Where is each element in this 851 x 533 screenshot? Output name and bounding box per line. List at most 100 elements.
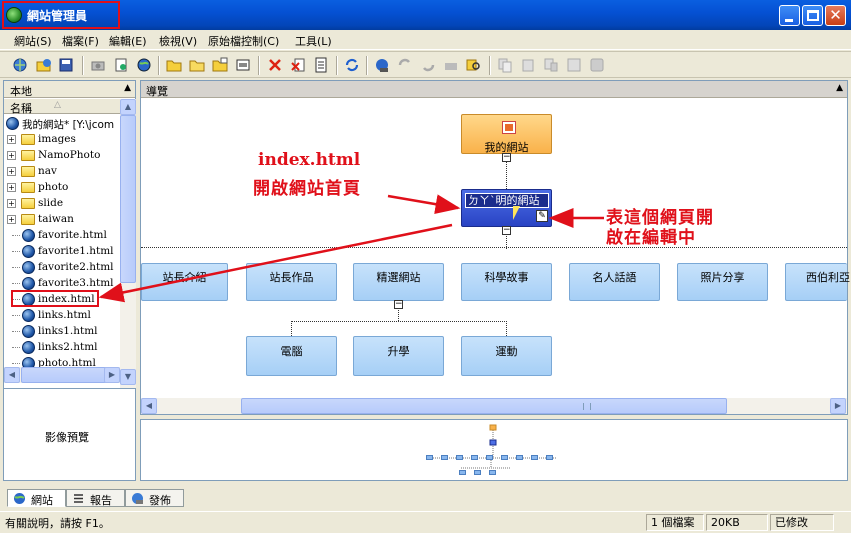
scroll-right-button[interactable]: ▶: [104, 367, 120, 383]
open-folder-icon[interactable]: [166, 57, 182, 73]
image-preview-panel: 影像預覽: [3, 388, 136, 481]
tree-root-item[interactable]: 我的網站* [Y:\jcom: [4, 115, 120, 131]
tree-folder-item[interactable]: + nav: [4, 163, 120, 179]
expand-toggle[interactable]: +: [7, 151, 16, 160]
menu-site[interactable]: 網站(S): [14, 33, 52, 49]
properties-icon[interactable]: [235, 57, 251, 73]
nav-node-quotes[interactable]: 名人話語: [569, 263, 660, 301]
nav-node-siberia[interactable]: 西伯利亞: [785, 263, 850, 301]
annotation-index-desc: 開啟網站首頁: [253, 179, 361, 199]
html-file-icon: [22, 229, 35, 242]
tree-file-item[interactable]: favorite1.html: [4, 243, 120, 259]
web-globe-icon[interactable]: [136, 57, 152, 73]
menu-file[interactable]: 檔案(F): [62, 33, 99, 49]
tree-file-item[interactable]: favorite2.html: [4, 259, 120, 275]
panel-dropdown-icon[interactable]: ▲: [124, 83, 131, 93]
connector-line: [291, 321, 292, 336]
tree-folder-item[interactable]: + photo: [4, 179, 120, 195]
delete-page-icon[interactable]: [290, 57, 306, 73]
selected-index-node[interactable]: ㄉㄚˋ明的網站 ✎: [461, 189, 552, 227]
site-globe-icon[interactable]: [12, 57, 28, 73]
nav-scroll-left-button[interactable]: ◀: [141, 398, 157, 414]
tree-hscroll-thumb[interactable]: [21, 367, 107, 383]
refresh-icon[interactable]: [344, 57, 360, 73]
tab-publish[interactable]: 發佈: [125, 489, 184, 507]
node-title-edit-field[interactable]: ㄉㄚˋ明的網站: [465, 193, 549, 208]
tree-item-label: links1.html: [38, 325, 98, 337]
title-bar[interactable]: 網站管理員 ✕: [0, 0, 851, 30]
new-page-icon[interactable]: [113, 57, 129, 73]
tree-file-item[interactable]: links1.html: [4, 323, 120, 339]
name-column-header[interactable]: 名稱 △: [4, 99, 120, 115]
nav-node-science[interactable]: 科學故事: [461, 263, 552, 301]
nav-node-photos[interactable]: 照片分享: [677, 263, 768, 301]
nav-node-sports[interactable]: 運動: [461, 336, 552, 376]
scroll-down-button[interactable]: ▼: [120, 369, 136, 385]
tree-horizontal-scrollbar[interactable]: ◀ ▶: [4, 367, 120, 383]
connect-icon[interactable]: [374, 57, 390, 73]
new-folder-icon[interactable]: [189, 57, 205, 73]
site-globe-icon: [6, 117, 19, 130]
menu-source-control[interactable]: 原始檔控制(C): [208, 33, 279, 49]
tab-site[interactable]: 網站: [7, 489, 66, 507]
open-site-icon[interactable]: [36, 57, 52, 73]
nav-node-about[interactable]: 站長介紹: [141, 263, 228, 301]
nav-scroll-thumb[interactable]: [241, 398, 727, 414]
connector-line: [291, 321, 507, 322]
html-file-icon: [22, 309, 35, 322]
expand-toggle[interactable]: +: [7, 135, 16, 144]
tree-folder-item[interactable]: + images: [4, 131, 120, 147]
nav-node-computer[interactable]: 電腦: [246, 336, 337, 376]
expand-toggle[interactable]: +: [7, 215, 16, 224]
folder-up-icon[interactable]: [212, 57, 228, 73]
navigation-horizontal-scrollbar[interactable]: ◀ ▶: [141, 398, 847, 414]
html-file-icon: [22, 245, 35, 258]
menu-view[interactable]: 檢視(V): [159, 33, 197, 49]
local-panel-header[interactable]: 本地 ▲: [4, 81, 135, 98]
save-icon[interactable]: [58, 57, 74, 73]
page-list-icon[interactable]: [313, 57, 329, 73]
menu-tools[interactable]: 工具(L): [295, 33, 332, 49]
collapse-toggle[interactable]: −: [502, 153, 511, 162]
expand-toggle[interactable]: +: [7, 167, 16, 176]
tree-file-item[interactable]: links.html: [4, 307, 120, 323]
expand-toggle[interactable]: +: [7, 183, 16, 192]
tree-item-label: photo: [38, 181, 69, 193]
collapse-toggle[interactable]: −: [394, 300, 403, 309]
scroll-up-button[interactable]: ▲: [120, 99, 136, 115]
name-column-label: 名稱: [10, 102, 32, 115]
collapse-toggle[interactable]: −: [502, 226, 511, 235]
scroll-left-button[interactable]: ◀: [4, 367, 20, 383]
find-icon[interactable]: [466, 57, 482, 73]
tree-scroll-thumb[interactable]: [120, 115, 136, 283]
tree-item-label: favorite3.html: [38, 277, 114, 289]
home-page-node[interactable]: 我的網站: [461, 114, 552, 154]
close-button[interactable]: ✕: [825, 5, 846, 26]
tree-file-item[interactable]: favorite3.html: [4, 275, 120, 291]
nav-node-featured[interactable]: 精選網站: [353, 263, 444, 301]
connector-line: [141, 247, 847, 248]
html-file-icon: [22, 325, 35, 338]
home-icon: [502, 121, 516, 134]
nav-node-works[interactable]: 站長作品: [246, 263, 337, 301]
navigation-header[interactable]: 導覽 ▲: [141, 81, 847, 98]
status-help-text: 有關說明，請按 F1。: [5, 517, 110, 530]
tree-folder-item[interactable]: + slide: [4, 195, 120, 211]
copy-disabled-icon: [498, 58, 512, 73]
tree-file-item[interactable]: links2.html: [4, 339, 120, 355]
site-overview-pane[interactable]: [140, 419, 848, 481]
menu-edit[interactable]: 編輯(E): [109, 33, 147, 49]
tree-file-item[interactable]: favorite.html: [4, 227, 120, 243]
tree-folder-item[interactable]: + NamoPhoto: [4, 147, 120, 163]
navigation-dropdown-icon[interactable]: ▲: [836, 83, 843, 93]
tree-folder-item[interactable]: + taiwan: [4, 211, 120, 227]
delete-icon[interactable]: [267, 57, 283, 73]
minimize-button[interactable]: [779, 5, 800, 26]
tree-item-label: taiwan: [38, 213, 74, 225]
nav-scroll-right-button[interactable]: ▶: [830, 398, 846, 414]
maximize-button[interactable]: [802, 5, 823, 26]
expand-toggle[interactable]: +: [7, 199, 16, 208]
nav-node-study[interactable]: 升學: [353, 336, 444, 376]
tab-report[interactable]: 報告: [66, 489, 125, 507]
camera-icon[interactable]: [90, 57, 106, 73]
